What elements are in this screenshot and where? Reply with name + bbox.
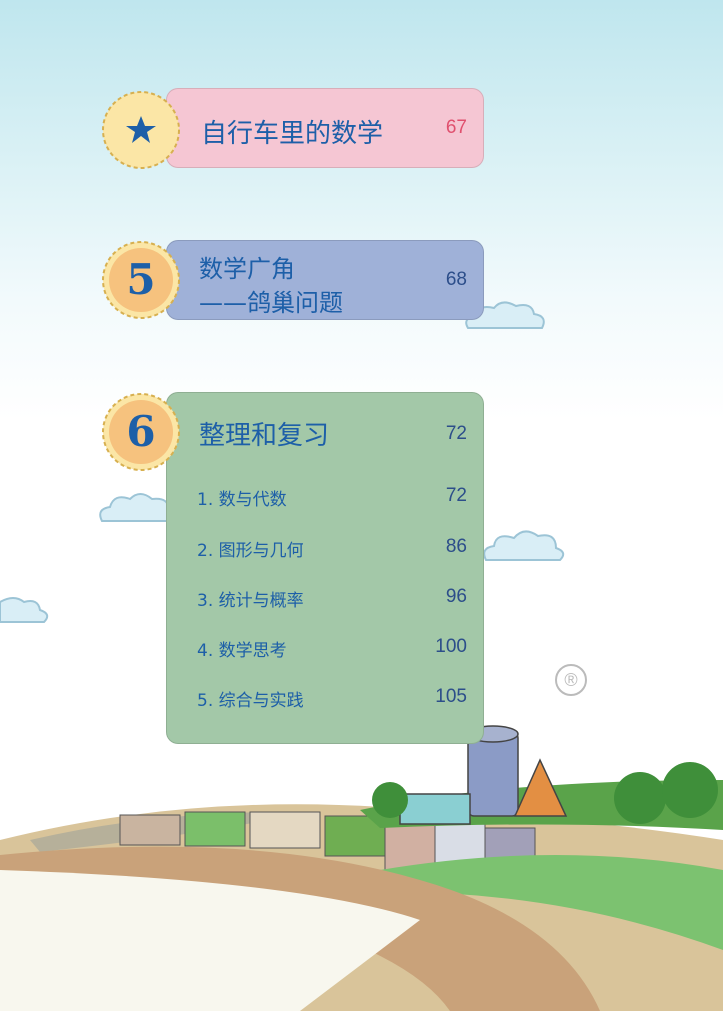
section-page-number: 67 — [445, 117, 467, 138]
toc-box-review[interactable]: 整理和复习 72 1. 数与代数 72 2. 图形与几何 86 3. 统计与概率… — [166, 392, 484, 744]
cloud-illustration — [483, 530, 565, 561]
section-title-line1: 数学广角 — [199, 255, 295, 283]
item-label: 2. 图形与几何 — [197, 541, 304, 561]
cloud-illustration — [99, 493, 174, 522]
item-label: 3. 统计与概率 — [197, 591, 304, 611]
star-icon — [126, 116, 156, 143]
item-page-number: 86 — [445, 536, 467, 557]
registered-trademark-mark: ® — [555, 664, 587, 696]
section-title: 整理和复习 — [199, 421, 330, 451]
contents-page: ® 自行车里的数学 67 数学广角 ——鸽巢问题 68 5 整理和复习 72 1… — [0, 0, 723, 1011]
section-badge — [101, 90, 181, 170]
section-title: 自行车里的数学 — [201, 119, 384, 149]
toc-box-bicycle-math[interactable]: 自行车里的数学 67 — [166, 88, 484, 168]
list-item[interactable]: 5. 综合与实践 105 — [197, 686, 467, 714]
landscape-illustration — [0, 725, 723, 1011]
item-page-number: 72 — [445, 485, 467, 506]
section-number: 5 — [126, 255, 156, 304]
section-page-number: 72 — [445, 423, 467, 444]
section-badge: 6 — [101, 392, 181, 472]
item-label: 5. 综合与实践 — [197, 691, 304, 711]
list-item[interactable]: 2. 图形与几何 86 — [197, 536, 467, 564]
item-page-number: 100 — [435, 636, 467, 657]
toc-box-pigeonhole[interactable]: 数学广角 ——鸽巢问题 68 — [166, 240, 484, 320]
section-page-number: 68 — [445, 269, 467, 290]
section-number: 6 — [126, 407, 156, 456]
section-badge: 5 — [101, 240, 181, 320]
item-label: 1. 数与代数 — [197, 490, 287, 510]
item-label: 4. 数学思考 — [197, 641, 287, 661]
list-item[interactable]: 3. 统计与概率 96 — [197, 586, 467, 614]
list-item[interactable]: 1. 数与代数 72 — [197, 485, 467, 513]
list-item[interactable]: 4. 数学思考 100 — [197, 636, 467, 664]
section-title-line2: ——鸽巢问题 — [199, 289, 343, 317]
cloud-illustration — [0, 597, 49, 623]
item-page-number: 105 — [435, 686, 467, 707]
item-page-number: 96 — [445, 586, 467, 607]
